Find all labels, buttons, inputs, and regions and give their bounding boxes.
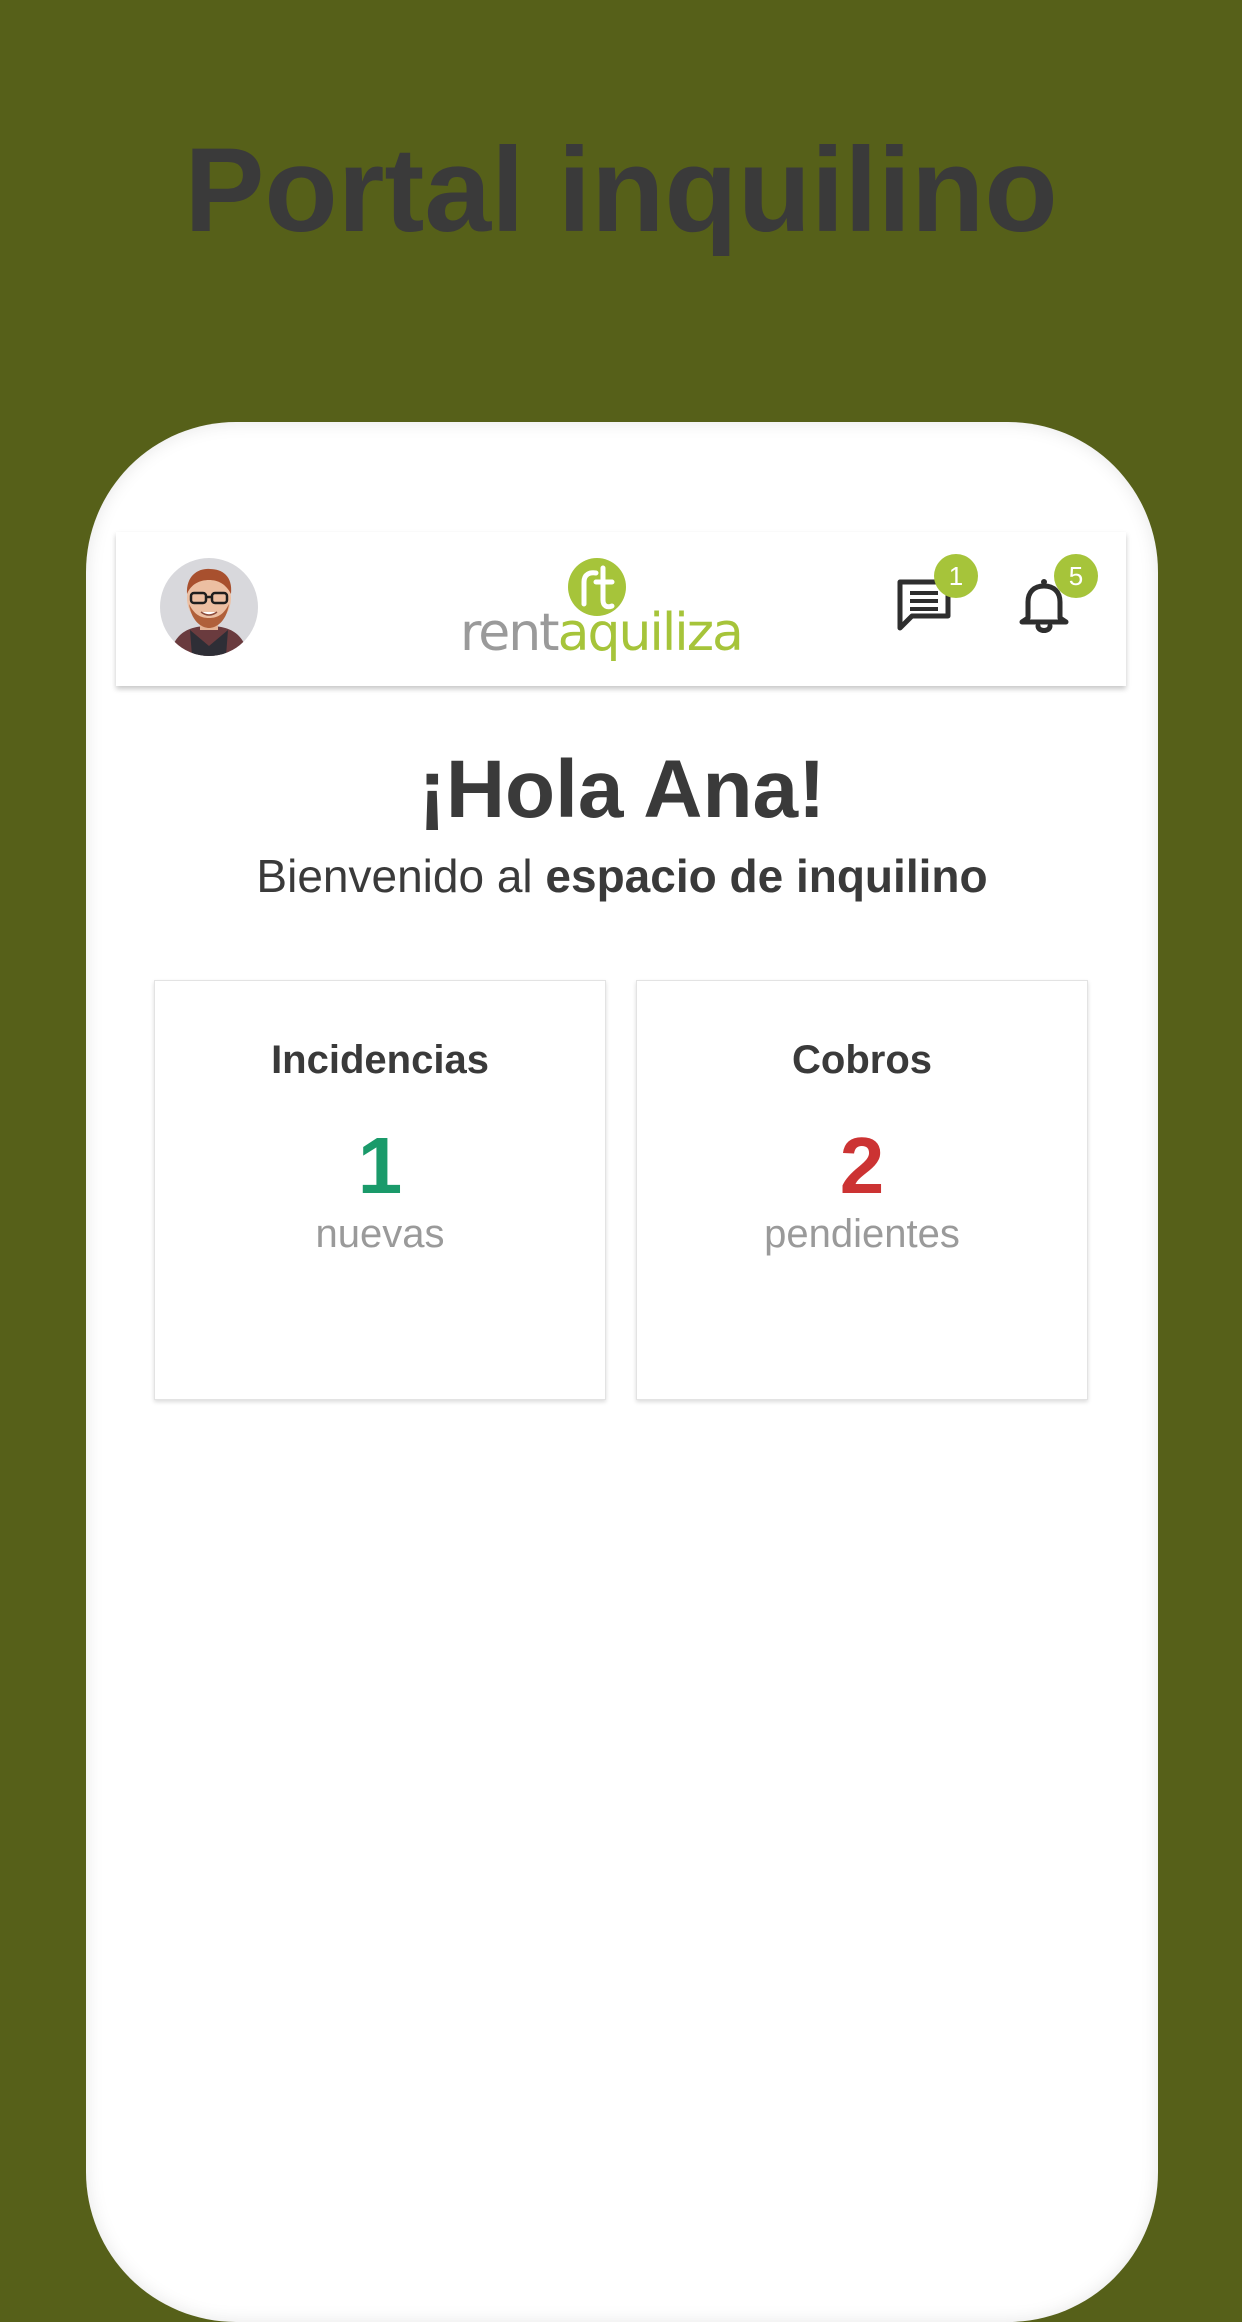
avatar-image — [160, 558, 258, 656]
logo-text-aquiliza: aquiliza — [557, 603, 744, 663]
card-title: Cobros — [792, 1038, 932, 1082]
promo-title: Portal inquilino — [184, 123, 1058, 257]
logo-wordmark: rentaquiliza — [460, 600, 744, 666]
card-count: 1 — [357, 1121, 403, 1210]
phone-frame: rentaquiliza 1 5 ¡Hola Ana! Bienvenido a… — [86, 422, 1158, 2322]
incidencias-card[interactable]: Incidencias 1 nuevas — [154, 980, 606, 1400]
card-caption: pendientes — [764, 1212, 960, 1256]
card-count: 2 — [839, 1121, 885, 1210]
card-caption: nuevas — [315, 1212, 445, 1256]
app-header: rentaquiliza 1 5 — [116, 532, 1126, 686]
notifications-button[interactable]: 5 — [1012, 554, 1098, 636]
user-avatar[interactable] — [160, 558, 258, 656]
notifications-badge: 5 — [1054, 554, 1098, 598]
welcome-bold: espacio de inquilino — [545, 850, 988, 902]
cobros-card[interactable]: Cobros 2 pendientes — [636, 980, 1088, 1400]
card-title: Incidencias — [271, 1038, 489, 1082]
greeting-heading: ¡Hola Ana! — [418, 744, 826, 835]
logo-text-rent: rent — [460, 603, 560, 663]
rentaquiliza-logo: rentaquiliza — [460, 556, 744, 670]
welcome-prefix: Bienvenido al — [256, 850, 546, 902]
messages-badge: 1 — [934, 554, 978, 598]
messages-button[interactable]: 1 — [892, 554, 978, 636]
welcome-text: Bienvenido al espacio de inquilino — [86, 846, 1158, 906]
